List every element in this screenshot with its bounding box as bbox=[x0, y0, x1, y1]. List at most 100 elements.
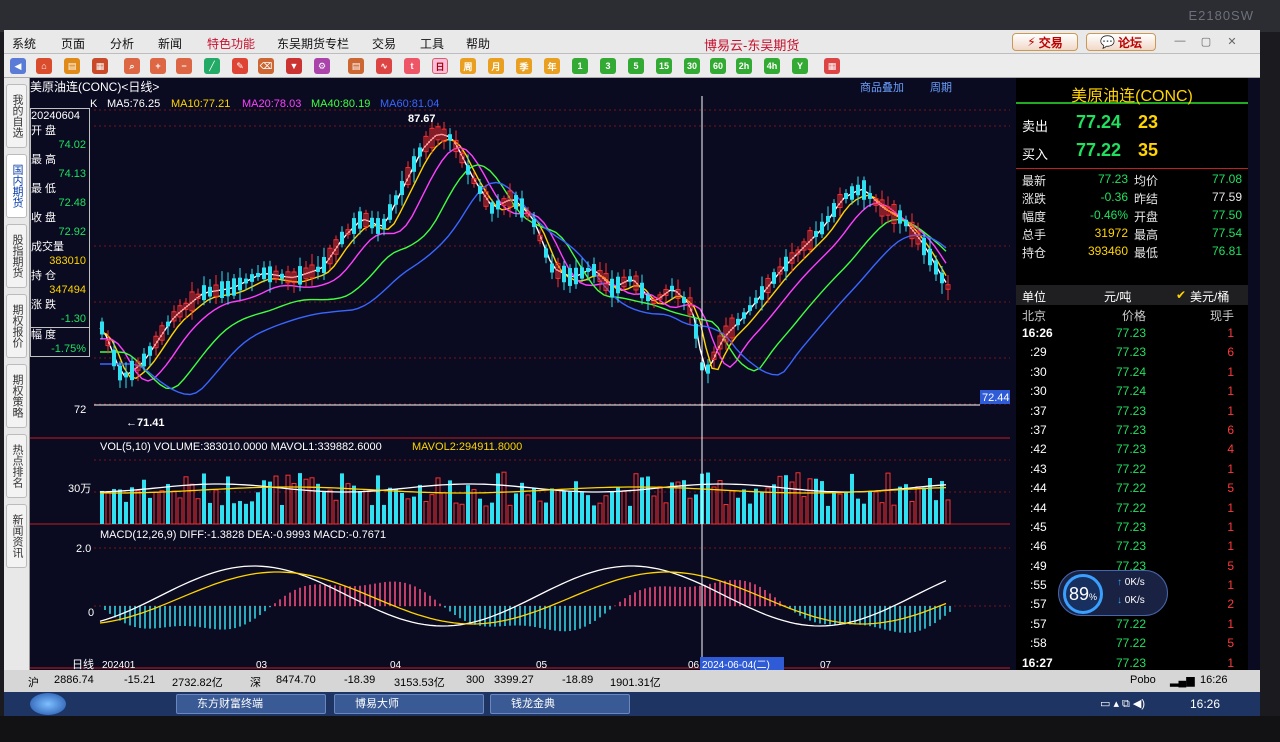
tab-domestic-futures[interactable]: 国内期货 bbox=[6, 154, 27, 218]
pen-icon[interactable]: ✎ bbox=[232, 58, 248, 74]
unit-alt[interactable]: 美元/桶 bbox=[1190, 288, 1229, 305]
tick-row: :58 77.22 5 bbox=[1016, 634, 1248, 653]
stat-volume-label: 总手 bbox=[1022, 228, 1047, 242]
tick-icon[interactable]: t bbox=[404, 58, 420, 74]
2h-icon[interactable]: 2h bbox=[736, 58, 752, 74]
year-icon[interactable]: Y bbox=[792, 58, 808, 74]
taskbar-app-eastmoney[interactable]: 东方财富终端 bbox=[176, 694, 326, 714]
forum-button[interactable]: 💬 论坛 bbox=[1086, 33, 1156, 51]
volume-bar bbox=[544, 502, 548, 524]
menu-special-features[interactable]: 特色功能 bbox=[207, 35, 255, 52]
tab-hot-ranking[interactable]: 热点排名 bbox=[6, 434, 27, 498]
tab-index-futures[interactable]: 股指期货 bbox=[6, 224, 27, 288]
candle-body bbox=[940, 272, 944, 284]
overlay-link[interactable]: 商品叠加 bbox=[860, 80, 904, 94]
stat-pct-label: 幅度 bbox=[1022, 210, 1047, 224]
quarter-period-icon[interactable]: 季 bbox=[516, 58, 532, 74]
news-icon[interactable]: ▦ bbox=[92, 58, 108, 74]
info-oi-value: 347494 bbox=[49, 284, 86, 296]
maximize-icon[interactable]: ▢ bbox=[1196, 35, 1216, 49]
tick-time: :57 bbox=[1030, 597, 1047, 612]
volume-bar bbox=[423, 501, 429, 525]
table-icon[interactable]: ▤ bbox=[348, 58, 364, 74]
stat-oi-label: 持仓 bbox=[1022, 246, 1047, 260]
kline-chart-area[interactable]: 美原油连(CONC)<日线> 商品叠加 周期 K MA5:76.25 MA10:… bbox=[30, 78, 1010, 670]
quote-list-icon[interactable]: ▤ bbox=[64, 58, 80, 74]
zoom-out-icon[interactable]: − bbox=[176, 58, 192, 74]
menu-page[interactable]: 页面 bbox=[61, 35, 85, 52]
menu-dongwu-column[interactable]: 东吴期货专栏 bbox=[277, 35, 349, 52]
candle-body bbox=[112, 349, 116, 367]
volume-bar bbox=[610, 491, 614, 524]
menu-trade[interactable]: 交易 bbox=[372, 35, 396, 52]
4h-icon[interactable]: 4h bbox=[764, 58, 780, 74]
1min-icon[interactable]: 1 bbox=[572, 58, 588, 74]
tab-news[interactable]: 新闻资讯 bbox=[6, 504, 27, 568]
x-axis-03: 03 bbox=[256, 660, 268, 670]
candle-body bbox=[694, 323, 698, 339]
15min-icon[interactable]: 15 bbox=[656, 58, 672, 74]
60min-icon[interactable]: 60 bbox=[710, 58, 726, 74]
unit-bar[interactable]: 单位 元/吨 ✔ 美元/桶 bbox=[1016, 285, 1248, 305]
settings-icon[interactable]: ⚙ bbox=[314, 58, 330, 74]
volume-bar bbox=[418, 484, 422, 524]
draw-line-icon[interactable]: ╱ bbox=[204, 58, 220, 74]
tick-row: :30 77.24 1 bbox=[1016, 382, 1248, 401]
stat-oi-value: 393460 bbox=[1087, 244, 1128, 258]
tick-qty: 1 bbox=[1227, 539, 1234, 554]
menu-system[interactable]: 系统 bbox=[12, 35, 36, 52]
sell-row[interactable]: 卖出 77.24 23 bbox=[1016, 112, 1248, 138]
volume-bar bbox=[603, 495, 609, 525]
volume-bar bbox=[159, 490, 165, 525]
volume-bar bbox=[412, 496, 416, 524]
trade-button[interactable]: ⚡ 交易 bbox=[1012, 33, 1078, 51]
30min-icon[interactable]: 30 bbox=[684, 58, 700, 74]
menu-analysis[interactable]: 分析 bbox=[110, 35, 134, 52]
period-link[interactable]: 周期 bbox=[930, 81, 952, 94]
volume-bar bbox=[471, 489, 477, 525]
menu-news[interactable]: 新闻 bbox=[158, 35, 182, 52]
up-arrow-icon: ↑ bbox=[1117, 577, 1125, 588]
menu-help[interactable]: 帮助 bbox=[466, 35, 490, 52]
volume-bar bbox=[525, 494, 531, 525]
status-sz-turnover: 3153.53亿 bbox=[394, 677, 445, 689]
candle-body bbox=[742, 312, 746, 319]
line-chart-icon[interactable]: ∿ bbox=[376, 58, 392, 74]
volume-bar bbox=[873, 491, 879, 525]
tick-time: :43 bbox=[1030, 461, 1047, 476]
eraser-icon[interactable]: ⌫ bbox=[258, 58, 274, 74]
zoom-in-icon[interactable]: + bbox=[150, 58, 166, 74]
buy-row[interactable]: 买入 77.22 35 bbox=[1016, 140, 1248, 166]
candle-body bbox=[922, 237, 926, 256]
back-icon[interactable]: ◀ bbox=[10, 58, 26, 74]
tick-time: :57 bbox=[1030, 616, 1047, 631]
day-period-icon[interactable]: 日 bbox=[432, 58, 448, 74]
tab-option-strategy[interactable]: 期权策略 bbox=[6, 364, 27, 428]
tick-time: :42 bbox=[1030, 442, 1047, 457]
start-button[interactable] bbox=[30, 693, 66, 715]
tick-row: :44 77.22 1 bbox=[1016, 499, 1248, 518]
volume-bar bbox=[537, 500, 543, 525]
minimize-icon[interactable]: — bbox=[1170, 35, 1190, 49]
home-icon[interactable]: ⌂ bbox=[36, 58, 52, 74]
close-icon[interactable]: ✕ bbox=[1222, 35, 1242, 49]
menu-tools[interactable]: 工具 bbox=[420, 35, 444, 52]
week-period-icon[interactable]: 周 bbox=[460, 58, 476, 74]
tick-time: :37 bbox=[1030, 422, 1047, 437]
tick-price: 77.22 bbox=[1116, 500, 1147, 515]
taskbar-app-boyi[interactable]: 博易大师 bbox=[334, 694, 484, 714]
filter-icon[interactable]: ▼ bbox=[286, 58, 302, 74]
tick-row: :43 77.22 1 bbox=[1016, 460, 1248, 479]
5min-icon[interactable]: 5 bbox=[628, 58, 644, 74]
search-icon[interactable]: ⌕ bbox=[124, 58, 140, 74]
month-period-icon[interactable]: 月 bbox=[488, 58, 504, 74]
volume-bar bbox=[597, 502, 603, 525]
tab-my-watchlist[interactable]: 我的自选 bbox=[6, 84, 27, 148]
taskbar-app-qianlong[interactable]: 钱龙金典 bbox=[490, 694, 630, 714]
tick-row: :37 77.23 1 bbox=[1016, 402, 1248, 421]
3min-icon[interactable]: 3 bbox=[600, 58, 616, 74]
year-period-icon[interactable]: 年 bbox=[544, 58, 560, 74]
tab-option-quotes[interactable]: 期权报价 bbox=[6, 294, 27, 358]
calendar-icon[interactable]: ▦ bbox=[824, 58, 840, 74]
tray-icons[interactable]: ▭ ▴ ⧉ ◀) bbox=[1100, 697, 1145, 711]
